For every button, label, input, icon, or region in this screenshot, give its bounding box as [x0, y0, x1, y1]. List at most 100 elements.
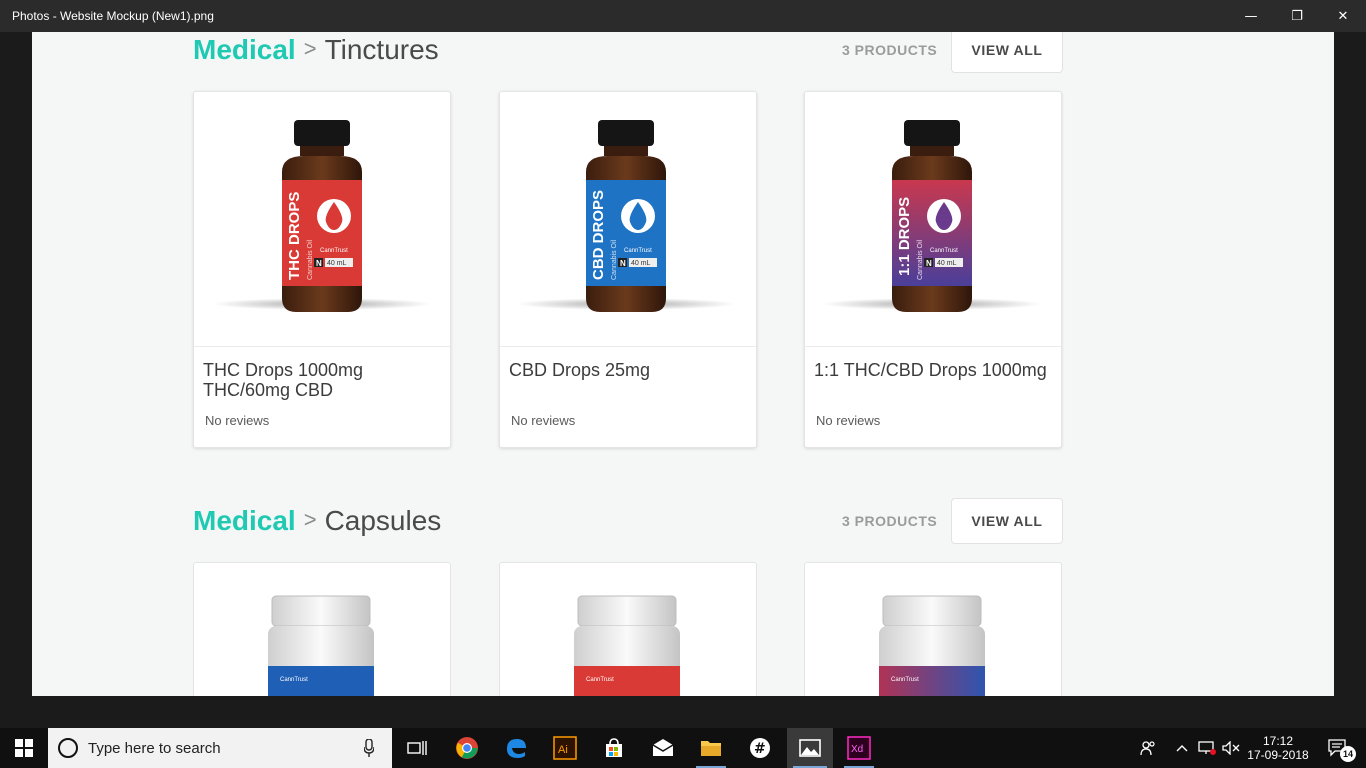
- bottle-badge: N: [926, 259, 932, 268]
- bottle-label-sub: Cannabis Oil: [917, 239, 924, 280]
- minimize-button[interactable]: —: [1228, 0, 1274, 32]
- product-image[interactable]: THC DROPS Cannabis Oil CannTrust N 40 mL: [194, 92, 450, 347]
- cortana-icon: [58, 738, 78, 758]
- bottle-badge: N: [620, 259, 626, 268]
- taskbar: Type here to search Ai # Xd 17:12 17-09-…: [0, 728, 1366, 768]
- product-card[interactable]: 1:1 DROPS Cannabis Oil CannTrust N 40 mL…: [804, 91, 1062, 448]
- taskbar-app-file-explorer[interactable]: [690, 728, 732, 768]
- capsule-bottle-image: CannTrust: [879, 595, 985, 696]
- close-button[interactable]: ✕: [1320, 0, 1366, 32]
- folder-icon: [701, 741, 721, 756]
- search-placeholder: Type here to search: [88, 740, 221, 757]
- mockup-page: Medical > Tinctures 3 PRODUCTS VIEW ALL: [32, 32, 1334, 696]
- product-name[interactable]: THC Drops 1000mg THC/60mg CBD: [203, 360, 438, 400]
- capsule-bottle-image: CannTrust: [574, 595, 680, 696]
- bottle-volume: 40 mL: [937, 260, 957, 267]
- chevron-right-icon: >: [303, 36, 317, 61]
- taskbar-app-mail[interactable]: [642, 728, 684, 768]
- capsule-bottle-image: CannTrust: [268, 595, 374, 696]
- product-card[interactable]: THC DROPS Cannabis Oil CannTrust N 40 mL…: [193, 91, 451, 448]
- photo-viewer: Medical > Tinctures 3 PRODUCTS VIEW ALL: [0, 32, 1366, 728]
- people-button[interactable]: [1134, 728, 1162, 768]
- mail-icon: [652, 739, 674, 756]
- restore-button[interactable]: ❐: [1274, 0, 1320, 32]
- windows-logo-icon: [15, 739, 33, 757]
- taskbar-app-edge[interactable]: [495, 728, 537, 768]
- product-card[interactable]: CannTrust: [804, 562, 1062, 696]
- people-icon: [1140, 741, 1155, 756]
- network-button[interactable]: [1196, 728, 1218, 768]
- volume-button[interactable]: [1220, 728, 1242, 768]
- product-card[interactable]: CannTrust: [499, 562, 757, 696]
- slack-icon: #: [750, 738, 770, 758]
- section-header-tinctures: Medical > Tinctures 3 PRODUCTS VIEW ALL: [193, 32, 1063, 82]
- svg-text:Xd: Xd: [851, 744, 863, 755]
- bottle-badge: N: [316, 259, 322, 268]
- bottle-brand: CannTrust: [586, 677, 614, 683]
- action-center-button[interactable]: 14: [1318, 728, 1358, 768]
- breadcrumb: Medical > Tinctures: [193, 34, 439, 66]
- bottle-label-sub: Cannabis Oil: [611, 239, 618, 280]
- taskbar-app-xd[interactable]: Xd: [838, 728, 880, 768]
- close-icon: ✕: [1337, 8, 1349, 24]
- dropper-bottle-image: CBD DROPS Cannabis Oil CannTrust N 40 mL: [516, 120, 736, 312]
- bottle-label-sub: Cannabis Oil: [307, 239, 314, 280]
- product-card[interactable]: CBD DROPS Cannabis Oil CannTrust N 40 mL…: [499, 91, 757, 448]
- window-titlebar: Photos - Website Mockup (New1).png — ❐ ✕: [0, 0, 1366, 32]
- show-hidden-icons-button[interactable]: [1172, 728, 1192, 768]
- product-name[interactable]: CBD Drops 25mg: [509, 360, 744, 380]
- view-all-button[interactable]: VIEW ALL: [951, 498, 1063, 544]
- product-reviews: No reviews: [816, 413, 881, 428]
- breadcrumb-category[interactable]: Medical: [193, 505, 296, 536]
- product-card[interactable]: CannTrust: [193, 562, 451, 696]
- dropper-bottle-image: THC DROPS Cannabis Oil CannTrust N 40 mL: [212, 120, 432, 312]
- breadcrumb-category[interactable]: Medical: [193, 34, 296, 65]
- minimize-icon: —: [1244, 8, 1258, 24]
- taskbar-app-chrome[interactable]: [446, 728, 488, 768]
- taskbar-app-store[interactable]: [593, 728, 635, 768]
- photos-icon: [799, 739, 821, 757]
- start-button[interactable]: [0, 728, 48, 768]
- volume-muted-icon: [1222, 741, 1240, 755]
- clock-time: 17:12: [1262, 734, 1294, 748]
- bottle-volume: 40 mL: [327, 260, 347, 267]
- bottle-brand: CannTrust: [320, 248, 348, 254]
- task-view-icon: [407, 741, 427, 755]
- clock-button[interactable]: 17:12 17-09-2018: [1246, 728, 1310, 768]
- illustrator-icon: Ai: [553, 736, 577, 760]
- bottle-brand: CannTrust: [891, 677, 919, 683]
- product-image[interactable]: CBD DROPS Cannabis Oil CannTrust N 40 mL: [500, 92, 756, 347]
- xd-icon: Xd: [847, 736, 871, 760]
- view-all-button[interactable]: VIEW ALL: [951, 32, 1063, 73]
- product-image[interactable]: 1:1 DROPS Cannabis Oil CannTrust N 40 mL: [805, 92, 1061, 347]
- breadcrumb-subcategory: Tinctures: [324, 34, 439, 65]
- edge-icon: [507, 739, 526, 758]
- notification-count-badge: 14: [1340, 746, 1356, 762]
- bottle-volume: 40 mL: [631, 260, 651, 267]
- store-icon: [606, 738, 622, 757]
- bottle-brand: CannTrust: [624, 248, 652, 254]
- taskbar-app-photos[interactable]: [787, 728, 833, 768]
- microphone-icon[interactable]: [364, 739, 374, 757]
- svg-text:Ai: Ai: [558, 744, 568, 756]
- product-count: 3 PRODUCTS: [842, 42, 938, 58]
- task-view-button[interactable]: [396, 728, 438, 768]
- chrome-icon: [456, 737, 478, 759]
- bottle-brand: CannTrust: [280, 677, 308, 683]
- svg-text:#: #: [754, 741, 766, 757]
- product-reviews: No reviews: [205, 413, 270, 428]
- taskbar-app-illustrator[interactable]: Ai: [544, 728, 586, 768]
- taskbar-app-slack[interactable]: #: [739, 728, 781, 768]
- clock-date: 17-09-2018: [1247, 748, 1309, 762]
- restore-icon: ❐: [1291, 8, 1303, 24]
- product-reviews: No reviews: [511, 413, 576, 428]
- bottle-label-title: CBD DROPS: [590, 190, 607, 280]
- bottle-label-title: THC DROPS: [286, 192, 303, 280]
- network-icon: [1198, 741, 1216, 755]
- breadcrumb: Medical > Capsules: [193, 505, 441, 537]
- taskbar-search[interactable]: Type here to search: [48, 728, 392, 768]
- bottle-label-title: 1:1 DROPS: [896, 197, 913, 276]
- breadcrumb-subcategory: Capsules: [324, 505, 442, 536]
- chevron-right-icon: >: [303, 507, 317, 532]
- product-name[interactable]: 1:1 THC/CBD Drops 1000mg: [814, 360, 1049, 380]
